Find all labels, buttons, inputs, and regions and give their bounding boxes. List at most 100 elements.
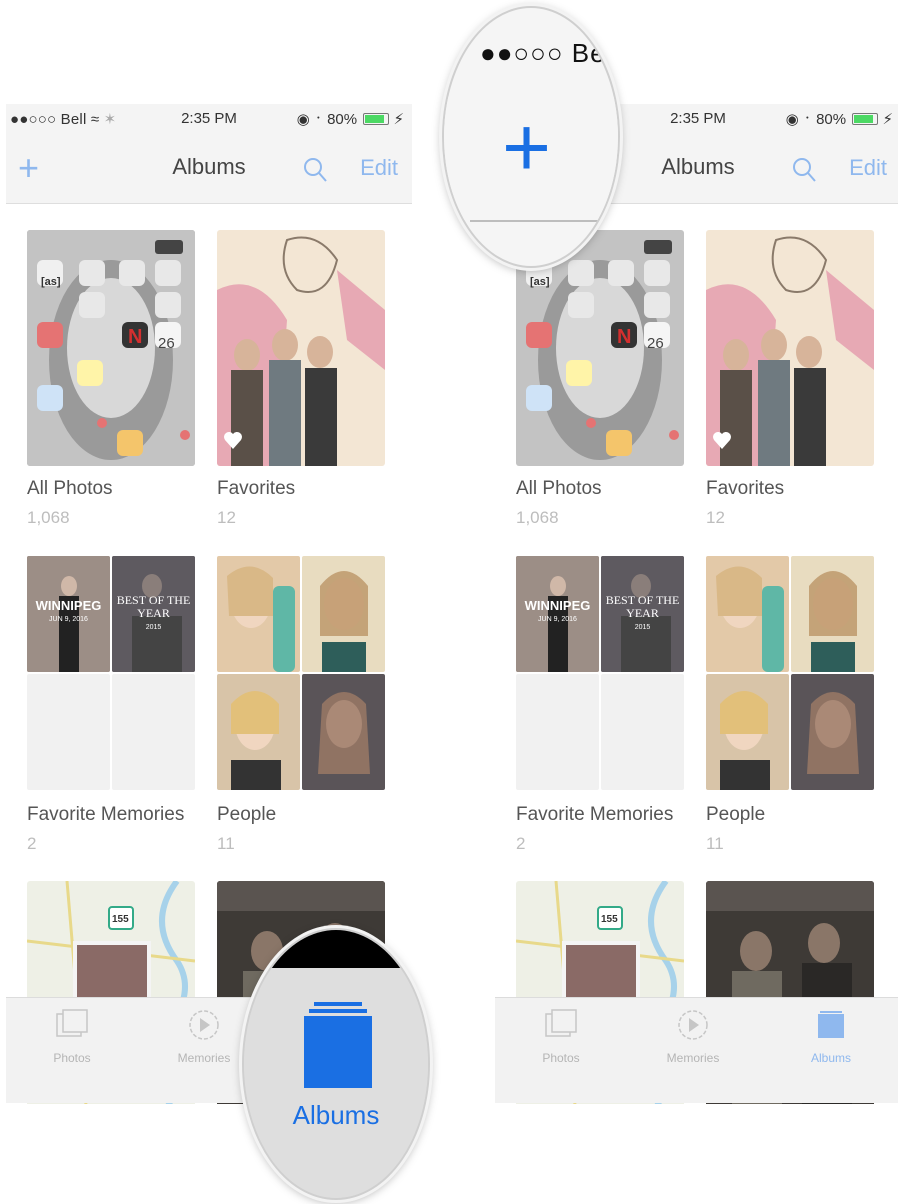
album-name: All Photos [27,478,113,499]
album-count: 1,068 [27,508,70,527]
photos-tab-icon [56,1009,88,1037]
album-name: Favorite Memories [516,804,674,825]
memories-tab-icon [678,1010,708,1040]
calendar-day: 26 [647,335,664,352]
status-bar: ●●○○○ Bell ≈ ✶ 2:35 PM ◉ ᛫ 80% ⚡ [6,104,412,132]
album-count: 12 [706,508,725,527]
memory-title: BEST OF THE YEAR [605,593,680,620]
charging-icon: ⚡ [882,111,893,128]
friends-photo-image [706,230,874,466]
empty-memory-slot [601,674,684,790]
battery-percent: 80% [327,111,358,128]
memory-date: JUN 9, 2016 [538,616,577,623]
album-count: 11 [706,834,724,853]
memory-date: JUN 9, 2016 [49,616,88,623]
map-marker-label: 155 [112,914,129,925]
album-name: All Photos [516,478,602,499]
rotation-lock-icon: ◉ [785,111,799,128]
album-name: Favorite Memories [27,804,185,825]
search-icon[interactable] [302,156,328,184]
album-thumbnail-grid [217,556,385,792]
app-icon-label: [as] [41,276,61,288]
album-thumbnail-grid: WINNIPEG JUN 9, 2016 BEST OF THE YEAR 20… [516,556,684,792]
tab-photos[interactable]: Photos [511,1008,611,1065]
memory-card-winnipeg: WINNIPEG JUN 9, 2016 [27,556,110,672]
person-face-image [302,556,385,672]
person-face-image [302,674,385,790]
album-count: 12 [217,508,236,527]
albums-icon[interactable] [304,1000,372,1088]
bluetooth-icon: ᛫ [313,111,323,128]
magnifier-albums-tab: Albums [242,928,430,1200]
status-right-icons: ◉ ᛫ 80% ⚡ [297,110,404,128]
album-people[interactable]: People 11 [706,556,874,854]
tab-photos[interactable]: Photos [22,1008,122,1065]
memory-card-best-of-year: BEST OF THE YEAR 2015 [601,556,684,672]
magnifier-add-button: ●●○○○ Be + [442,6,620,268]
rotation-lock-icon: ◉ [296,111,310,128]
album-name: People [217,804,277,825]
album-thumbnail-grid: WINNIPEG JUN 9, 2016 BEST OF THE YEAR 20… [27,556,195,792]
empty-memory-slot [27,674,110,790]
album-all-photos[interactable]: N [as] 26 All Photos 1,068 [27,230,195,528]
search-icon[interactable] [791,156,817,184]
edit-button[interactable]: Edit [849,155,887,181]
calendar-day: 26 [158,335,175,352]
friends-photo-image [217,230,385,466]
tab-memories[interactable]: Memories [643,1008,743,1065]
magnified-divider [470,220,598,222]
person-face-image [791,556,874,672]
empty-memory-slot [516,674,599,790]
memory-card-winnipeg: WINNIPEG JUN 9, 2016 [516,556,599,672]
album-thumbnail: N [as] 26 [27,230,195,466]
album-name: People [706,804,766,825]
person-face-image [217,674,300,790]
album-favorite-memories[interactable]: WINNIPEG JUN 9, 2016 BEST OF THE YEAR 20… [27,556,195,854]
album-people[interactable]: People 11 [217,556,385,854]
memory-date: 2015 [634,624,651,631]
magnified-add-button[interactable]: + [502,102,551,192]
charging-icon: ⚡ [393,111,404,128]
status-right-icons: ◉ ᛫ 80% ⚡ [786,110,893,128]
svg-text:N: N [128,326,142,348]
album-count: 11 [217,834,235,853]
page-title: Albums [172,154,246,179]
edit-button[interactable]: Edit [360,155,398,181]
memory-card-best-of-year: BEST OF THE YEAR 2015 [112,556,195,672]
battery-percent: 80% [816,111,847,128]
app-icon-label: [as] [530,276,550,288]
memories-tab-icon [189,1010,219,1040]
album-count: 2 [516,834,526,853]
magnified-photo-edge [244,930,428,968]
map-marker-label: 155 [601,914,618,925]
tab-albums[interactable]: Albums [781,1008,881,1065]
person-face-image [791,674,874,790]
empty-memory-slot [112,674,195,790]
memory-date: 2015 [145,624,162,631]
battery-icon [852,113,879,125]
person-face-image [706,556,789,672]
album-thumbnail [217,230,385,466]
album-thumbnail [706,230,874,466]
album-count: 1,068 [516,508,559,527]
album-favorites[interactable]: Favorites 12 [217,230,385,528]
navigation-bar: + Albums Edit [6,132,412,204]
tab-bar: Photos Memories Albums [495,997,898,1103]
album-all-photos[interactable]: N [as] 26 All Photos 1,068 [516,230,684,528]
magnified-albums-label[interactable]: Albums [244,1100,428,1131]
bluetooth-icon: ᛫ [802,111,812,128]
person-face-image [217,556,300,672]
memory-title: WINNIPEG [35,598,102,613]
battery-icon [363,113,390,125]
albums-tab-icon [818,1011,844,1038]
tab-memories[interactable]: Memories [154,1008,254,1065]
memory-title: BEST OF THE YEAR [116,593,191,620]
album-name: Favorites [217,478,296,499]
svg-text:N: N [617,326,631,348]
memory-title: WINNIPEG [524,598,591,613]
album-count: 2 [27,834,37,853]
album-favorites[interactable]: Favorites 12 [706,230,874,528]
album-thumbnail-grid [706,556,874,792]
magnified-carrier: ●●○○○ Be [480,38,606,68]
album-favorite-memories[interactable]: WINNIPEG JUN 9, 2016 BEST OF THE YEAR 20… [516,556,684,854]
